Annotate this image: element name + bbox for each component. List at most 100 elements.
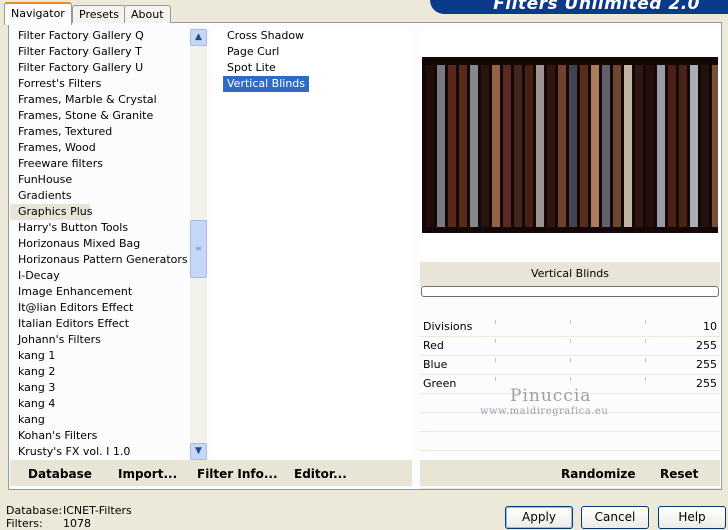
category-item[interactable]: kang 3 [10,380,190,396]
filter-name-label: Vertical Blinds [420,262,720,286]
category-item[interactable]: Horizonaus Pattern Generators [10,252,190,268]
category-item[interactable]: Frames, Stone & Granite [10,108,190,124]
category-scrollbar[interactable]: ▲ ≡ ▼ [190,28,207,460]
database-status-value: ICNET-Filters [63,504,132,517]
param-label: Divisions [423,320,473,333]
param-row[interactable]: Red 255 [420,337,720,356]
param-value: 255 [696,339,717,352]
chevron-up-icon: ▲ [195,32,202,42]
import-link[interactable]: Import... [118,460,177,488]
category-item[interactable]: Frames, Wood [10,140,190,156]
apply-button[interactable]: Apply [505,506,573,529]
watermark: Pinuccia www.maidiregrafica.eu [480,386,660,417]
app-title: Filters Unlimited 2.0 [493,0,700,14]
right-action-bar: Randomize Reset [420,460,720,486]
blind-strip [437,65,445,227]
param-value: 255 [696,358,717,371]
blind-strip [448,65,456,227]
category-item[interactable]: kang 2 [10,364,190,380]
filter-item[interactable]: Spot Lite [223,60,280,76]
param-label: Blue [423,358,448,371]
help-button[interactable]: Help [658,506,726,529]
blind-strip [679,65,687,227]
blind-strip [668,65,676,227]
blind-strip [602,65,610,227]
category-item[interactable]: It@lian Editors Effect [10,300,190,316]
blind-strip [547,65,555,227]
blind-strip [580,65,588,227]
scroll-down-button[interactable]: ▼ [190,443,207,460]
database-status-label: Database: [6,504,63,517]
blind-strip [459,65,467,227]
category-item[interactable]: Image Enhancement [10,284,190,300]
scroll-up-button[interactable]: ▲ [190,29,207,46]
blind-strip [657,65,665,227]
category-item[interactable]: Graphics Plus [10,204,92,220]
watermark-name: Pinuccia [510,386,592,406]
category-item[interactable]: FunHouse [10,172,190,188]
blind-strip [492,65,500,227]
watermark-url: www.maidiregrafica.eu [480,406,609,417]
filter-item[interactable]: Vertical Blinds [223,76,310,92]
category-item[interactable]: kang [10,412,190,428]
database-link[interactable]: Database [28,460,92,488]
category-list[interactable]: Filter Factory Gallery Q Filter Factory G… [10,28,190,460]
category-item[interactable]: Filter Factory Gallery T [10,44,190,60]
scroll-thumb[interactable]: ≡ [190,220,207,278]
category-item[interactable]: Freeware filters [10,156,190,172]
blind-strip [481,65,489,227]
category-item[interactable]: Krusty's FX vol. I 1.0 [10,444,190,460]
tab-navigator[interactable]: Navigator [4,2,72,25]
title-banner: Filters Unlimited 2.0 [430,0,728,14]
filter-item[interactable]: Cross Shadow [223,28,308,44]
filter-info-link[interactable]: Filter Info... [197,460,278,488]
blind-strip [503,65,511,227]
param-value: 255 [696,377,717,390]
blind-strip [690,65,698,227]
blind-strip [624,65,632,227]
category-item[interactable]: Johann's Filters [10,332,190,348]
randomize-link[interactable]: Randomize [561,460,635,488]
blind-strip [613,65,621,227]
param-label: Green [423,377,457,390]
progress-bar [421,286,719,297]
category-item[interactable]: Gradients [10,188,190,204]
chevron-down-icon: ▼ [195,446,202,456]
tab-about[interactable]: About [124,5,171,23]
tab-presets-label: Presets [79,8,120,21]
param-row[interactable]: Blue 255 [420,356,720,375]
preview-blinds-svg [426,65,718,227]
category-item[interactable]: I-Decay [10,268,190,284]
preview-image [422,57,718,233]
blind-strip [514,65,522,227]
category-item[interactable]: Forrest's Filters [10,76,190,92]
reset-link[interactable]: Reset [660,460,698,488]
filter-list[interactable]: Cross Shadow Page Curl Spot Lite Vertical B… [214,28,412,460]
category-item[interactable]: kang 4 [10,396,190,412]
editor-link[interactable]: Editor... [294,460,347,488]
category-item[interactable]: Filter Factory Gallery Q [10,28,190,44]
category-item[interactable]: kang 1 [10,348,190,364]
tab-about-label: About [131,8,164,21]
cancel-button[interactable]: Cancel [581,506,649,529]
category-item[interactable]: Italian Editors Effect [10,316,190,332]
blind-strip [470,65,478,227]
left-action-bar: Database Import... Filter Info... Editor… [10,460,412,486]
category-item[interactable]: Harry's Button Tools [10,220,190,236]
blind-strip [635,65,643,227]
filter-item[interactable]: Page Curl [223,44,283,60]
parameter-table: Divisions 10 Red 255 Blue 255 Green 255 [420,318,720,527]
category-item[interactable]: Kohan's Filters [10,428,190,444]
category-item[interactable]: Filter Factory Gallery U [10,60,190,76]
blind-strip [525,65,533,227]
param-row[interactable]: Divisions 10 [420,318,720,337]
param-value: 10 [703,320,717,333]
category-item[interactable]: Frames, Textured [10,124,190,140]
blind-strip [558,65,566,227]
category-item[interactable]: Frames, Marble & Crystal [10,92,190,108]
filters-count-value: 1078 [63,517,91,530]
tab-presets[interactable]: Presets [72,5,127,23]
blind-strip [591,65,599,227]
blind-strip [701,65,709,227]
category-item[interactable]: Horizonaus Mixed Bag [10,236,190,252]
